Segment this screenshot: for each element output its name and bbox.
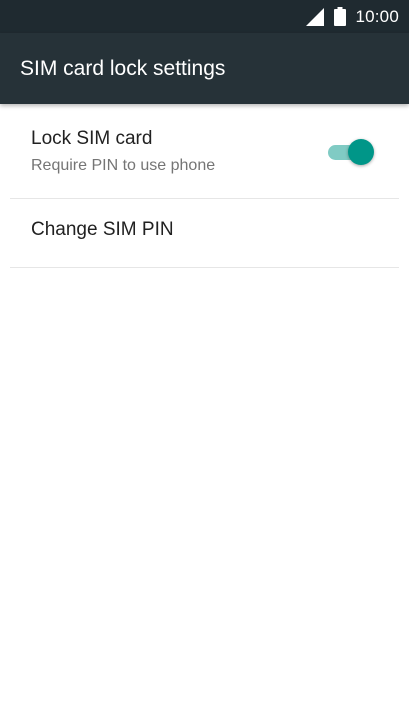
toggle-thumb [348, 139, 374, 165]
status-clock: 10:00 [355, 7, 399, 26]
battery-icon [334, 7, 347, 26]
signal-icon [306, 7, 325, 26]
change-sim-pin-title: Change SIM PIN [31, 219, 174, 240]
lock-sim-card-summary: Require PIN to use phone [31, 157, 216, 174]
status-bar: 10:00 [0, 0, 409, 33]
status-icons: 10:00 [306, 0, 399, 33]
lock-sim-card-toggle[interactable] [327, 138, 374, 166]
change-sim-pin-item[interactable]: Change SIM PIN [0, 199, 409, 268]
divider-inset-right [399, 267, 409, 268]
app-bar: SIM card lock settings [0, 33, 409, 104]
lock-sim-card-item[interactable]: Lock SIM card Require PIN to use phone [0, 104, 409, 199]
page-title: SIM card lock settings [20, 57, 226, 80]
divider-inset-left [0, 267, 10, 268]
lock-sim-card-title: Lock SIM card [31, 128, 153, 149]
settings-list: Lock SIM card Require PIN to use phone C… [0, 104, 409, 268]
